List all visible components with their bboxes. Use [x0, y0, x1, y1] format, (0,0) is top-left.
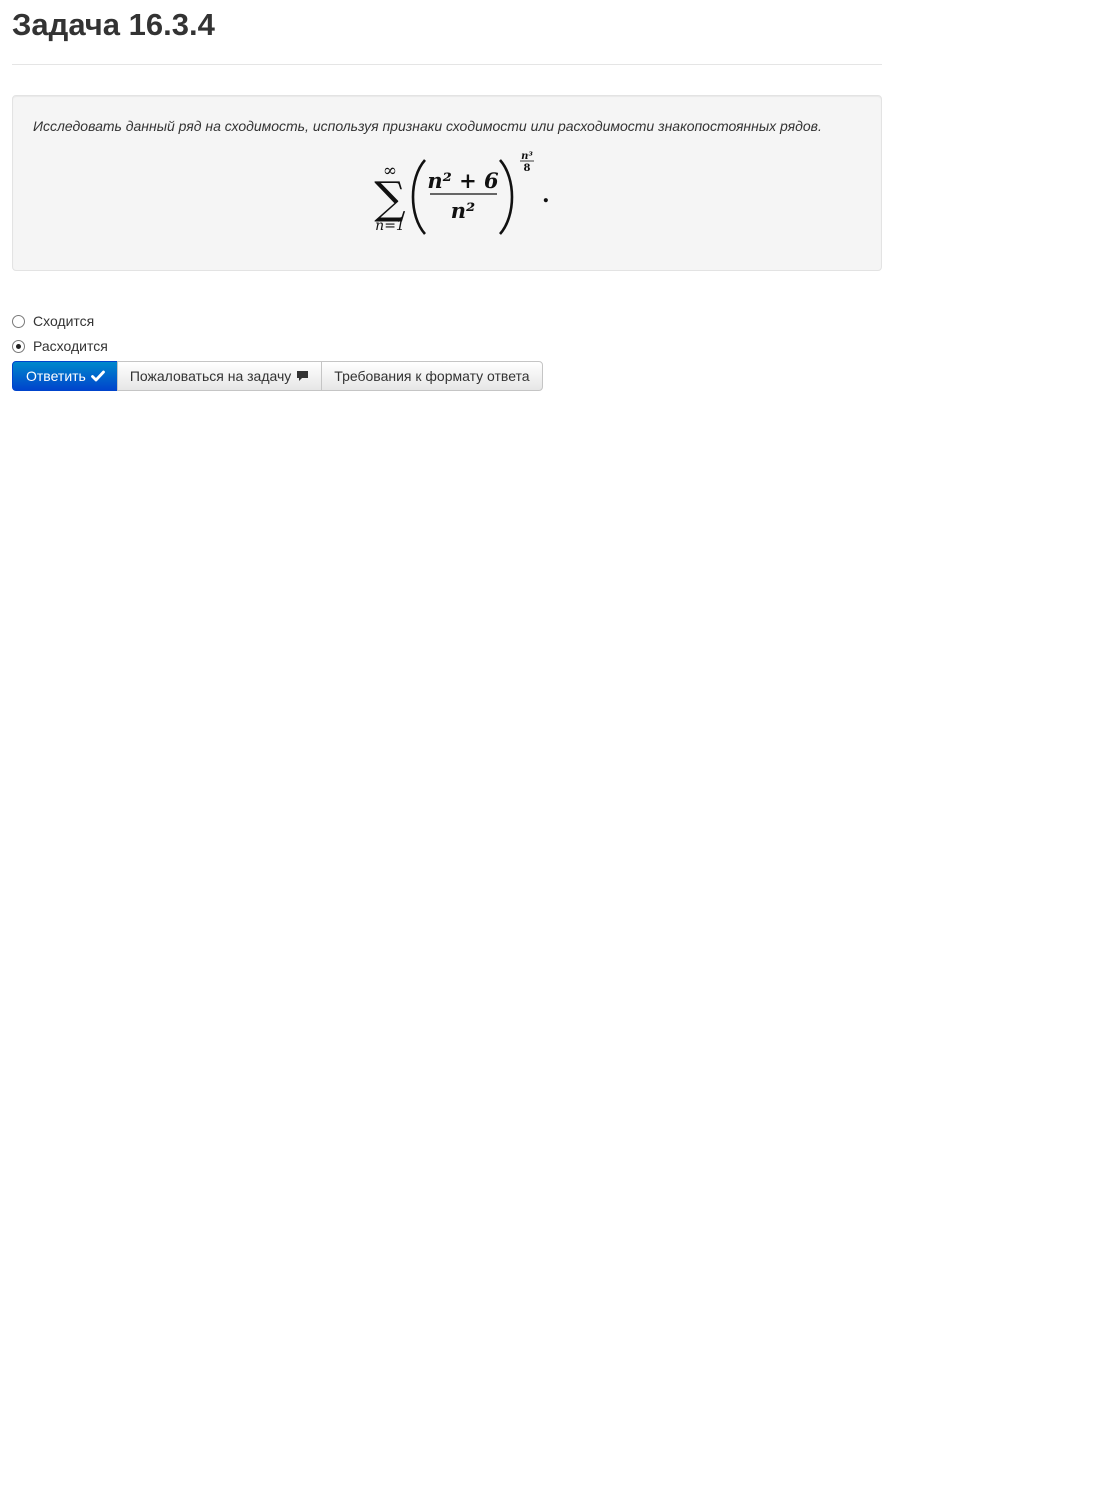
option-converges-label: Сходится: [33, 313, 95, 329]
problem-statement: Исследовать данный ряд на сходимость, ис…: [33, 118, 822, 134]
checkmark-icon: [90, 370, 105, 382]
complain-button-label: Пожаловаться на задачу: [129, 368, 292, 384]
exponent-denominator: 8: [524, 163, 531, 174]
option-diverges-label: Расходится: [33, 338, 108, 354]
submit-button[interactable]: Ответить: [12, 361, 118, 391]
fraction-numerator: n² + 6: [427, 168, 499, 193]
sum-sign: ∑: [374, 173, 405, 224]
format-requirements-label: Требования к формату ответа: [334, 368, 530, 384]
submit-button-label: Ответить: [26, 368, 86, 384]
complain-button[interactable]: Пожаловаться на задачу: [116, 361, 323, 391]
action-buttons: Ответить Пожаловаться на задачу Требован…: [12, 361, 543, 391]
right-parenthesis: [498, 159, 514, 235]
answer-options: Сходится Расходится: [12, 312, 108, 362]
left-parenthesis: [411, 159, 427, 235]
series-formula: ∞ ∑ n=1 n² + 6 n² n³ 8 .: [374, 151, 550, 235]
option-diverges[interactable]: Расходится: [12, 337, 108, 355]
fraction-denominator: n²: [451, 198, 475, 223]
page-title: Задача 16.3.4: [12, 7, 215, 42]
exponent-numerator: n³: [521, 151, 533, 162]
title-divider: [12, 64, 882, 65]
sum-lower-limit: n=1: [375, 218, 405, 234]
format-requirements-button[interactable]: Требования к формату ответа: [321, 361, 543, 391]
option-converges[interactable]: Сходится: [12, 312, 108, 330]
comment-icon: [296, 370, 309, 382]
radio-diverges[interactable]: [12, 339, 25, 353]
radio-converges[interactable]: [12, 314, 25, 328]
formula-period: .: [542, 182, 550, 208]
problem-panel: Исследовать данный ряд на сходимость, ис…: [12, 95, 882, 271]
